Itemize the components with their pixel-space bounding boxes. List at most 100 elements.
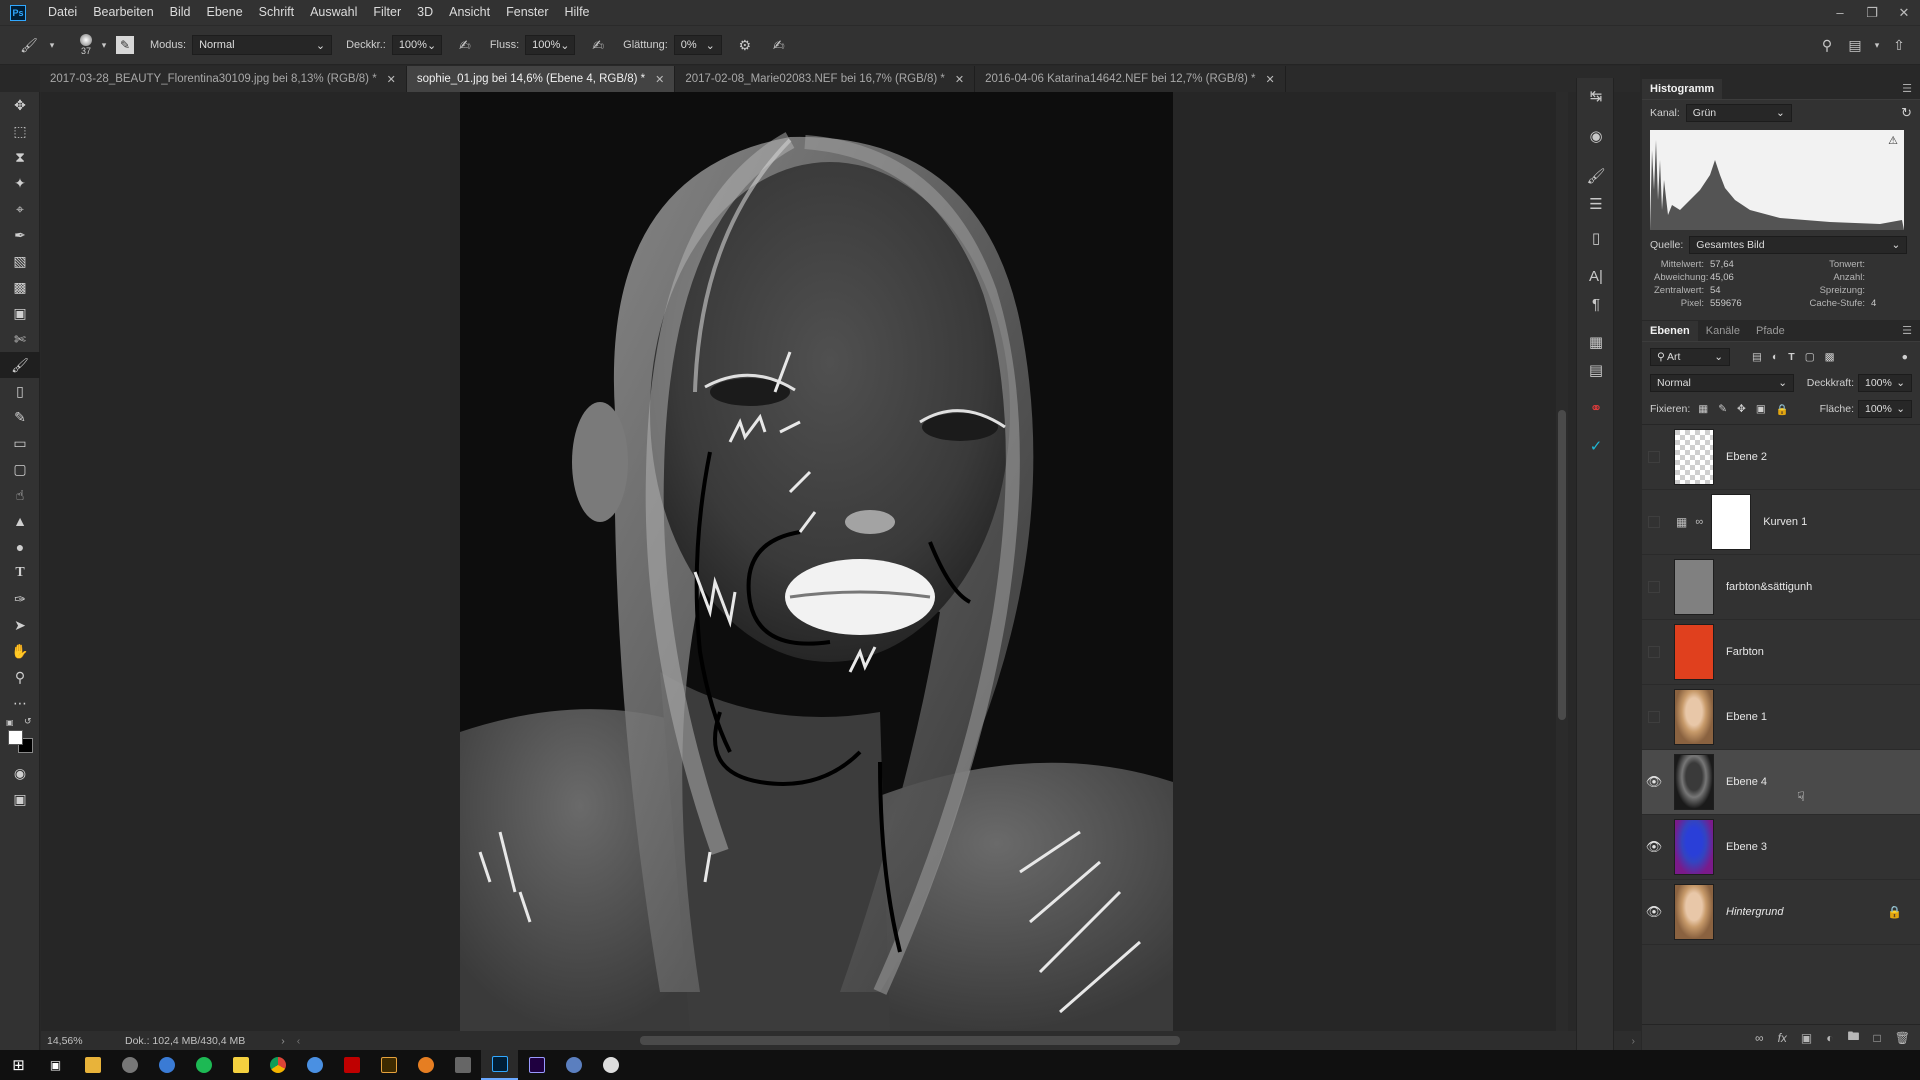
chevron-left-icon[interactable]: ‹	[297, 1035, 301, 1047]
taskbar-app-7[interactable]	[592, 1050, 629, 1080]
trash-icon[interactable]: 🗑	[1895, 1031, 1910, 1045]
group-folder-icon[interactable]: 🖿	[1848, 1027, 1860, 1048]
layer-row-ebene-1[interactable]: Ebene 1	[1642, 685, 1920, 750]
visibility-toggle[interactable]	[1642, 620, 1666, 685]
foreground-color-swatch[interactable]	[8, 730, 23, 745]
visibility-toggle[interactable]	[1642, 555, 1666, 620]
layer-name[interactable]: Farbton	[1726, 646, 1764, 658]
tab-pfade[interactable]: Pfade	[1748, 321, 1793, 341]
blend-mode-select[interactable]: Normal ⌄	[1650, 374, 1794, 392]
brush-presets-icon[interactable]: 🖌	[1577, 162, 1615, 190]
eye-icon[interactable]: 👁	[1642, 815, 1666, 880]
lock-artboard-icon[interactable]: ▣	[1756, 403, 1766, 415]
default-colors-icon[interactable]: ▣	[6, 718, 14, 727]
add-mask-icon[interactable]: ▣	[1801, 1031, 1812, 1045]
screen-mode-icon[interactable]: ▣	[0, 786, 40, 812]
layer-name[interactable]: farbton&sättigunh	[1726, 581, 1812, 593]
layer-row-ebene-4[interactable]: 👁 Ebene 4 ☟	[1642, 750, 1920, 815]
layer-row-ebene-3[interactable]: 👁 Ebene 3	[1642, 815, 1920, 880]
lock-icon[interactable]: 🔒	[1887, 905, 1902, 919]
plugin-icon[interactable]: ✓	[1577, 432, 1615, 460]
refresh-icon[interactable]: ↻	[1901, 105, 1912, 121]
smoothing-field[interactable]: 0% ⌄	[673, 35, 722, 55]
channel-select[interactable]: Grün ⌄	[1685, 104, 1792, 122]
taskbar-app-3[interactable]	[296, 1050, 333, 1080]
taskbar-after-effects[interactable]	[518, 1050, 555, 1080]
adjustment-layer-icon[interactable]: ◐	[1826, 1031, 1833, 1045]
taskbar-explorer[interactable]	[74, 1050, 111, 1080]
menu-fenster[interactable]: Fenster	[498, 0, 556, 25]
swap-colors-icon[interactable]: ↺	[24, 716, 32, 727]
lock-pixels-icon[interactable]: ✎	[1718, 403, 1727, 415]
eyedropper-tool-icon[interactable]: ✒	[0, 222, 40, 248]
tab-marie[interactable]: 2017-02-08_Marie02083.NEF bei 16,7% (RGB…	[675, 66, 976, 92]
tab-florentina[interactable]: 2017-03-28_BEAUTY_Florentina30109.jpg be…	[40, 66, 407, 92]
tab-histogram[interactable]: Histogramm	[1642, 79, 1723, 99]
taskbar-notes[interactable]	[222, 1050, 259, 1080]
layer-row-farbton[interactable]: Farbton	[1642, 620, 1920, 685]
taskbar-spotify[interactable]	[185, 1050, 222, 1080]
chevron-down-icon[interactable]: ▾	[1872, 34, 1882, 56]
eye-icon[interactable]: 👁	[1642, 750, 1666, 815]
frame-tool-icon[interactable]: ▣	[0, 300, 40, 326]
gradient-tool-icon[interactable]: ▢	[0, 456, 40, 482]
warning-icon[interactable]: ⚠	[1888, 134, 1898, 147]
lasso-tool-icon[interactable]: ⧗	[0, 144, 40, 170]
share-icon[interactable]: ⇧	[1888, 34, 1910, 56]
layer-name[interactable]: Ebene 4	[1726, 776, 1767, 788]
workspace-icon[interactable]: ▤	[1844, 34, 1866, 56]
layer-row-farbton-saettigung[interactable]: farbton&sättigunh	[1642, 555, 1920, 620]
layer-name[interactable]: Ebene 3	[1726, 841, 1767, 853]
chevron-right-icon[interactable]: ›	[1632, 1035, 1636, 1047]
brush-tool-icon[interactable]: 🖌	[0, 352, 40, 378]
link-layers-icon[interactable]: ∞	[1755, 1031, 1764, 1045]
panel-menu-icon[interactable]: ☰	[1902, 82, 1912, 95]
eye-icon[interactable]: 👁	[1642, 880, 1666, 945]
layer-opacity-field[interactable]: 100% ⌄	[1858, 374, 1912, 392]
taskbar-app-4[interactable]	[407, 1050, 444, 1080]
stamp-tool-icon[interactable]: ▯	[0, 378, 40, 404]
menu-schrift[interactable]: Schrift	[251, 0, 302, 25]
source-select[interactable]: Gesamtes Bild ⌄	[1689, 236, 1908, 254]
visibility-toggle[interactable]	[1642, 490, 1666, 555]
history-brush-icon[interactable]: ✎	[0, 404, 40, 430]
visibility-toggle[interactable]	[1642, 685, 1666, 750]
crop-tool-icon[interactable]: ⌖	[0, 196, 40, 222]
more-tools-icon[interactable]: ⋯	[0, 690, 40, 716]
new-layer-icon[interactable]: □	[1874, 1031, 1881, 1045]
layer-filter-select[interactable]: ⚲ Art ⌄	[1650, 348, 1730, 366]
menu-ebene[interactable]: Ebene	[199, 0, 251, 25]
menu-auswahl[interactable]: Auswahl	[302, 0, 365, 25]
adjustments-icon[interactable]: ☰	[1577, 190, 1615, 218]
dodge-tool-icon[interactable]: ●	[0, 534, 40, 560]
patch-tool-icon[interactable]: ▩	[0, 274, 40, 300]
properties-icon[interactable]: ▤	[1577, 356, 1615, 384]
close-icon[interactable]: ✕	[1888, 0, 1920, 25]
tab-katarina[interactable]: 2016-04-06 Katarina14642.NEF bei 12,7% (…	[975, 66, 1286, 92]
brush-preset-picker[interactable]: 37	[80, 34, 92, 56]
pen-tool-icon[interactable]: ✑	[0, 586, 40, 612]
chevron-right-icon[interactable]: ›	[281, 1035, 285, 1047]
layer-name[interactable]: Ebene 2	[1726, 451, 1767, 463]
taskbar-filezilla[interactable]	[333, 1050, 370, 1080]
close-icon[interactable]: ✕	[387, 73, 396, 86]
healing-brush-icon[interactable]: ▧	[0, 248, 40, 274]
tab-sophie[interactable]: sophie_01.jpg bei 14,6% (Ebene 4, RGB/8)…	[406, 66, 676, 92]
tab-kanaele[interactable]: Kanäle	[1698, 321, 1748, 341]
lock-transparency-icon[interactable]: ▦	[1698, 403, 1708, 415]
taskbar-app-5[interactable]	[444, 1050, 481, 1080]
link-icon[interactable]: ⚭	[1577, 394, 1615, 422]
airbrush-icon[interactable]: ✍	[587, 34, 609, 56]
layer-mask-thumbnail[interactable]	[1711, 494, 1752, 550]
lock-position-icon[interactable]: ✥	[1737, 403, 1746, 415]
zoom-tool-icon[interactable]: ⚲	[0, 664, 40, 690]
chevron-down-icon[interactable]: ▾	[98, 34, 110, 56]
brush-tool-icon[interactable]: 🖌	[18, 34, 40, 56]
scissors-icon[interactable]: ✄	[0, 326, 40, 352]
mode-select[interactable]: Normal ⌄	[192, 35, 333, 55]
menu-datei[interactable]: Datei	[40, 0, 85, 25]
close-icon[interactable]: ✕	[1266, 73, 1275, 86]
search-icon[interactable]: ⚲	[1816, 34, 1838, 56]
taskbar-chrome[interactable]	[259, 1050, 296, 1080]
chevron-down-icon[interactable]: ▾	[46, 34, 58, 56]
